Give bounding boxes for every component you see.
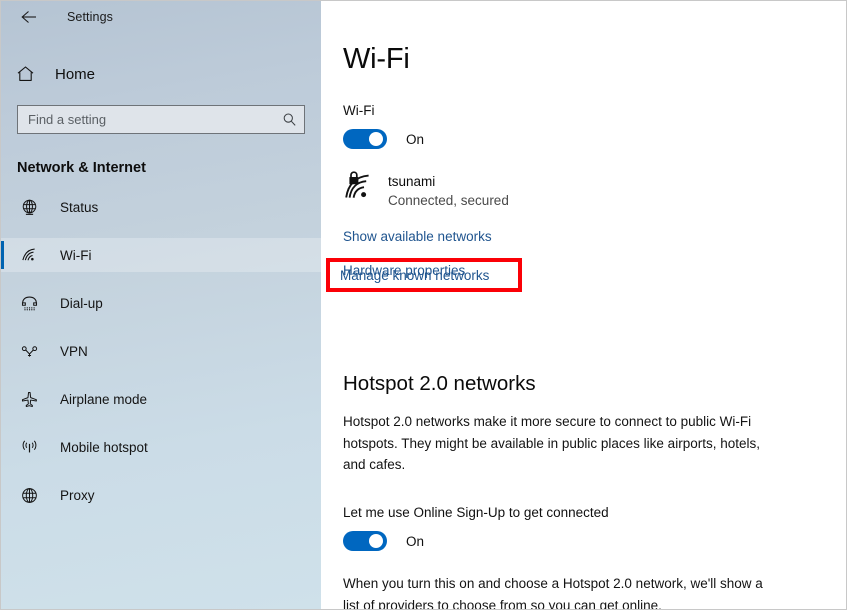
airplane-icon (19, 389, 39, 409)
home-icon (16, 65, 38, 83)
mobile-hotspot-icon (19, 437, 39, 457)
wifi-toggle-row: On (343, 129, 846, 149)
sidebar-item-label: Status (60, 199, 99, 215)
connected-network[interactable]: tsunami Connected, secured (343, 171, 846, 211)
sidebar-item-mobile-hotspot[interactable]: Mobile hotspot (1, 430, 321, 464)
main-content: Wi-Fi Wi-Fi On tsunami Connected, secure… (321, 1, 846, 609)
sidebar-item-label: Proxy (60, 487, 95, 503)
link-manage-known-networks[interactable]: Manage known networks (340, 268, 489, 283)
wifi-toggle-label: Wi-Fi (343, 103, 375, 118)
hotspot-toggle-label: Let me use Online Sign-Up to get connect… (343, 505, 609, 521)
wifi-toggle[interactable] (343, 129, 387, 149)
network-name: tsunami (388, 174, 436, 189)
sidebar: Settings Home Network & Internet (1, 1, 321, 609)
hotspot-signup-toggle[interactable] (343, 531, 387, 552)
search-input[interactable] (28, 112, 280, 127)
sidebar-item-wifi[interactable]: Wi-Fi (1, 238, 321, 272)
sidebar-item-label: Wi-Fi (60, 247, 92, 263)
hotspot-toggle-state: On (406, 533, 425, 549)
sidebar-item-status[interactable]: Status (1, 190, 321, 224)
sidebar-item-proxy[interactable]: Proxy (1, 478, 321, 512)
search-icon[interactable] (280, 112, 298, 127)
window-title: Settings (67, 10, 113, 24)
sidebar-item-dialup[interactable]: Dial-up (1, 286, 321, 320)
sidebar-item-vpn[interactable]: VPN (1, 334, 321, 368)
wifi-toggle-state: On (406, 131, 425, 147)
wifi-icon (19, 245, 39, 265)
network-status: Connected, secured (388, 192, 509, 208)
back-arrow-icon[interactable] (13, 4, 43, 30)
sidebar-item-label: VPN (60, 343, 88, 359)
sidebar-item-label: Dial-up (60, 295, 103, 311)
sidebar-item-label: Airplane mode (60, 391, 148, 407)
network-text: tsunami Connected, secured (388, 174, 509, 211)
hotspot-description: Hotspot 2.0 networks make it more secure… (343, 413, 760, 473)
globe-status-icon (19, 197, 39, 217)
globe-proxy-icon (19, 485, 39, 505)
sidebar-item-airplane-mode[interactable]: Airplane mode (1, 382, 321, 416)
hotspot-toggle-row: On (343, 531, 846, 552)
sidebar-category-title: Network & Internet (17, 160, 146, 176)
sidebar-item-label: Mobile hotspot (60, 439, 148, 455)
hotspot-heading: Hotspot 2.0 networks (343, 371, 536, 395)
wifi-secured-icon (343, 171, 377, 205)
hotspot-note: When you turn this on and choose a Hotsp… (343, 576, 763, 609)
page-title: Wi-Fi (343, 43, 410, 75)
settings-window: Settings Home Network & Internet (0, 0, 847, 610)
sidebar-home-label: Home (55, 65, 96, 83)
toggle-knob (369, 534, 383, 549)
dialup-phone-icon (19, 293, 39, 313)
search-box[interactable] (17, 105, 305, 134)
window-titlebar: Settings (1, 1, 321, 33)
vpn-key-icon (19, 341, 39, 361)
toggle-knob (369, 132, 383, 146)
sidebar-item-home[interactable]: Home (1, 57, 321, 91)
sidebar-nav-list: Status Wi-Fi Dial-up VPN Airplane mode M… (1, 190, 321, 512)
link-show-available-networks[interactable]: Show available networks (343, 229, 492, 244)
